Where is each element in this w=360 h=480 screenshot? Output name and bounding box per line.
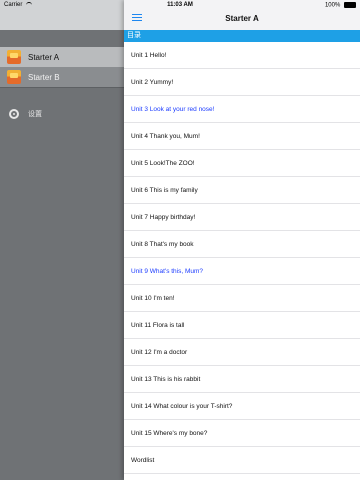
unit-title: Unit 10 I'm ten!: [131, 294, 175, 302]
unit-list-item[interactable]: Unit 7 Happy birthday!: [124, 204, 360, 231]
unit-title: Unit 12 I'm a doctor: [131, 348, 188, 356]
sidebar-item-starter-b[interactable]: Starter B: [0, 67, 124, 88]
side-menu: Starter A Starter B 设置: [0, 0, 124, 480]
contents-section-header: 目录: [124, 30, 360, 42]
unit-title: Unit 9 What's this, Mum?: [131, 267, 204, 275]
unit-title: Unit 6 This is my family: [131, 186, 198, 194]
unit-title: Unit 7 Happy birthday!: [131, 213, 196, 221]
book-cover-icon: [7, 50, 21, 64]
unit-title: Unit 13 This is his rabbit: [131, 375, 201, 383]
sidebar-item-label: Starter A: [28, 52, 60, 62]
main-panel: Starter A 目录 Unit 1 Hello! Unit 2 Yummy! U…: [124, 0, 360, 480]
battery-icon: [344, 2, 356, 8]
unit-title: Wordlist: [131, 456, 155, 464]
unit-title: Unit 15 Where's my bone?: [131, 429, 208, 437]
unit-title: Unit 3 Look at your red nose!: [131, 105, 215, 113]
unit-list-item[interactable]: Unit 4 Thank you, Mum!: [124, 123, 360, 150]
unit-list: Unit 1 Hello! Unit 2 Yummy! Unit 3 Look at…: [124, 42, 360, 474]
unit-title: Unit 11 Flora is tall: [131, 321, 185, 329]
battery-indicator: 100%: [325, 2, 356, 9]
sidebar-item-settings[interactable]: 设置: [0, 104, 124, 124]
unit-title: Unit 14 What colour is your T-shirt?: [131, 402, 233, 410]
unit-list-item[interactable]: Unit 15 Where's my bone?: [124, 420, 360, 447]
page-title: Starter A: [225, 14, 259, 23]
unit-title: Unit 1 Hello!: [131, 51, 167, 59]
unit-list-item[interactable]: Wordlist: [124, 447, 360, 474]
unit-list-item[interactable]: Unit 12 I'm a doctor: [124, 339, 360, 366]
sidebar-item-starter-a[interactable]: Starter A: [0, 47, 124, 68]
unit-list-item[interactable]: Unit 2 Yummy!: [124, 69, 360, 96]
unit-list-item[interactable]: Unit 10 I'm ten!: [124, 285, 360, 312]
unit-list-item[interactable]: Unit 3 Look at your red nose!: [124, 96, 360, 123]
unit-title: Unit 5 Look!The ZOO!: [131, 159, 195, 167]
unit-list-item[interactable]: Unit 6 This is my family: [124, 177, 360, 204]
book-cover-icon: [7, 70, 21, 84]
status-bar: Carrier 11:03 AM 100%: [0, 0, 360, 10]
battery-percent: 100%: [324, 2, 341, 9]
unit-list-item[interactable]: Unit 1 Hello!: [124, 42, 360, 69]
unit-title: Unit 8 That's my book: [131, 240, 194, 248]
unit-title: Unit 2 Yummy!: [131, 78, 174, 86]
clock: 11:03 AM: [167, 2, 193, 8]
settings-label: 设置: [28, 111, 42, 118]
unit-list-item[interactable]: Unit 9 What's this, Mum?: [124, 258, 360, 285]
unit-list-item[interactable]: Unit 11 Flora is tall: [124, 312, 360, 339]
gear-icon: [9, 109, 19, 119]
unit-list-item[interactable]: Unit 5 Look!The ZOO!: [124, 150, 360, 177]
sidebar-item-label: Starter B: [28, 72, 60, 82]
unit-list-item[interactable]: Unit 13 This is his rabbit: [124, 366, 360, 393]
unit-title: Unit 4 Thank you, Mum!: [131, 132, 200, 140]
unit-list-item[interactable]: Unit 8 That's my book: [124, 231, 360, 258]
unit-list-item[interactable]: Unit 14 What colour is your T-shirt?: [124, 393, 360, 420]
